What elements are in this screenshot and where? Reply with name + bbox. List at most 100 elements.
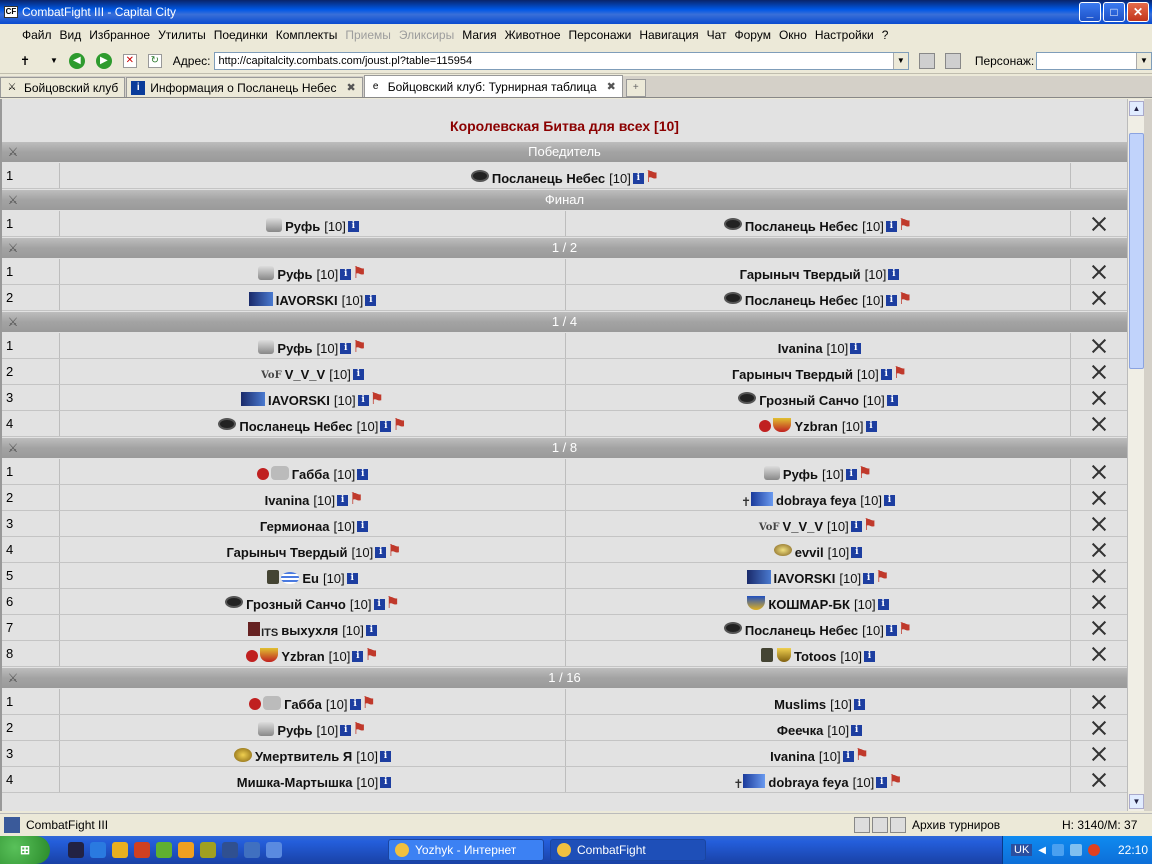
taskbar-button-2[interactable]: CombatFight [550, 839, 706, 861]
info-icon[interactable]: i [885, 625, 897, 636]
player-name[interactable]: Феечка [777, 723, 824, 738]
clear-icon[interactable] [918, 52, 935, 69]
player[interactable]: VoF V_V_V [10] i [261, 366, 364, 382]
cross-shield-clan-icon[interactable] [246, 648, 279, 662]
player-name[interactable]: Muslims [774, 697, 826, 712]
menu-item[interactable]: Форум [731, 28, 775, 42]
clock-icon[interactable] [854, 816, 870, 833]
blue-banner-clan-icon[interactable] [746, 570, 771, 584]
coin-clan-icon[interactable] [773, 544, 792, 558]
player-name[interactable]: Ivanina [770, 749, 815, 764]
combatfight-icon[interactable] [222, 842, 238, 858]
scroll-down-icon[interactable]: ▼ [1129, 794, 1144, 809]
player-name[interactable]: evvil [795, 545, 824, 560]
pin-icon[interactable]: ✝ [16, 52, 34, 70]
player[interactable]: evvil [10] i [773, 544, 863, 560]
info-icon[interactable]: i [863, 573, 875, 584]
player[interactable]: КОШМАР-БК [10] i [747, 596, 889, 612]
player-name[interactable]: IAVORSKI [276, 293, 338, 308]
menu-item[interactable]: Поединки [210, 28, 272, 42]
player-name[interactable]: Ivanina [778, 341, 823, 356]
player[interactable]: Totoos [10] i [760, 648, 876, 664]
menu-item[interactable]: Магия [458, 28, 500, 42]
wolf-clan-icon[interactable] [763, 466, 780, 480]
mask-clan-icon[interactable] [470, 170, 489, 184]
cross-skull-clan-icon[interactable] [249, 696, 282, 710]
info-icon[interactable]: i [632, 173, 644, 184]
ie-icon[interactable] [90, 842, 106, 858]
player-name[interactable]: dobraya feya [768, 775, 848, 790]
player-name[interactable]: V_V_V [783, 519, 823, 534]
player[interactable]: Yzbran [10] i ⚑ [246, 648, 379, 664]
crossed-swords-icon[interactable] [1091, 490, 1107, 506]
volume-icon[interactable] [1069, 844, 1082, 856]
player[interactable]: Габба [10] i ⚑ [249, 696, 376, 712]
player-name[interactable]: Yzbran [794, 419, 837, 434]
info-icon[interactable]: i [365, 295, 377, 306]
player-name[interactable]: IAVORSKI [268, 393, 330, 408]
player[interactable]: Руфь [10] i ⚑ [258, 722, 367, 738]
forward-icon[interactable]: ▶ [95, 52, 112, 69]
blue-banner-clan-icon[interactable] [241, 392, 266, 406]
cross-shield-clan-icon[interactable] [759, 418, 792, 432]
stop-icon[interactable]: ✕ [122, 53, 137, 68]
gold-emblem-clan-icon[interactable] [234, 748, 253, 762]
crossed-swords-icon[interactable] [1091, 694, 1107, 710]
info-icon[interactable]: i [851, 547, 863, 558]
player[interactable]: ✝ dobraya feya [10] i [741, 492, 895, 509]
maximize-button[interactable]: □ [1103, 2, 1125, 22]
info-icon[interactable]: i [375, 547, 387, 558]
mask-clan-icon[interactable] [225, 596, 244, 610]
player-name[interactable]: Посланець Небес [745, 219, 858, 234]
info-icon[interactable]: i [864, 651, 876, 662]
crossed-swords-icon[interactable] [1091, 264, 1107, 280]
vof-clan-icon[interactable]: VoF [261, 366, 282, 381]
tab-2[interactable]: i Информация о Посланець Небес ✖ [126, 77, 363, 97]
menu-item[interactable]: Настройки [811, 28, 878, 42]
users-icon[interactable] [944, 52, 961, 69]
dropdown-arrow-icon[interactable]: ▼ [45, 52, 63, 70]
player-name[interactable]: КОШМАР-БК [768, 597, 850, 612]
info-icon[interactable]: i [340, 725, 352, 736]
player[interactable]: Руфь [10] i ⚑ [258, 266, 367, 282]
crossed-swords-icon[interactable] [1091, 364, 1107, 380]
alert-icon[interactable] [1087, 844, 1100, 856]
tab-close-icon[interactable]: ✖ [346, 81, 355, 94]
cross-blue-clan-icon[interactable]: ✝ [741, 492, 774, 509]
wolf-clan-icon[interactable] [266, 218, 283, 232]
vof-clan-icon[interactable]: VoF [759, 518, 780, 533]
player-name[interactable]: IAVORSKI [774, 571, 836, 586]
info-icon[interactable]: i [352, 369, 364, 380]
player[interactable]: Посланець Небес [10] i ⚑ [470, 170, 659, 186]
player-name[interactable]: Посланець Небес [745, 623, 858, 638]
scroll-up-icon[interactable]: ▲ [1129, 101, 1144, 116]
player-name[interactable]: Yzbran [281, 649, 324, 664]
info-icon[interactable]: i [340, 343, 352, 354]
player-name[interactable]: Гарыныч Твердый [226, 545, 347, 560]
menu-item[interactable]: Персонажи [565, 28, 636, 42]
mask-clan-icon[interactable] [738, 392, 757, 406]
menu-item[interactable]: ? [878, 28, 893, 42]
menu-item[interactable]: Навигация [635, 28, 702, 42]
info-icon[interactable]: i [357, 469, 369, 480]
info-icon[interactable]: i [352, 651, 364, 662]
info-icon[interactable]: i [851, 725, 863, 736]
menu-item[interactable]: Избранное [85, 28, 154, 42]
player-name[interactable]: Руфь [277, 341, 312, 356]
network-icon[interactable] [244, 842, 260, 858]
info-icon[interactable]: i [349, 699, 361, 710]
info-icon[interactable]: i [357, 395, 369, 406]
crossed-swords-icon[interactable] [1091, 464, 1107, 480]
back-icon[interactable]: ◀ [68, 52, 85, 69]
player-name[interactable]: Руфь [783, 467, 818, 482]
info-icon[interactable]: i [380, 421, 392, 432]
app-icon-green[interactable] [156, 842, 172, 858]
close-button[interactable]: ✕ [1127, 2, 1149, 22]
player-name[interactable]: Габба [292, 467, 330, 482]
player[interactable]: VoF V_V_V [10] i ⚑ [759, 518, 877, 535]
player[interactable]: IAVORSKI [10] i ⚑ [746, 570, 889, 586]
player[interactable]: Посланець Небес [10] i ⚑ [218, 418, 407, 434]
mask-clan-icon[interactable] [218, 418, 237, 432]
mask-clan-icon[interactable] [723, 218, 742, 232]
player[interactable]: Феечка [10] i [774, 723, 863, 738]
